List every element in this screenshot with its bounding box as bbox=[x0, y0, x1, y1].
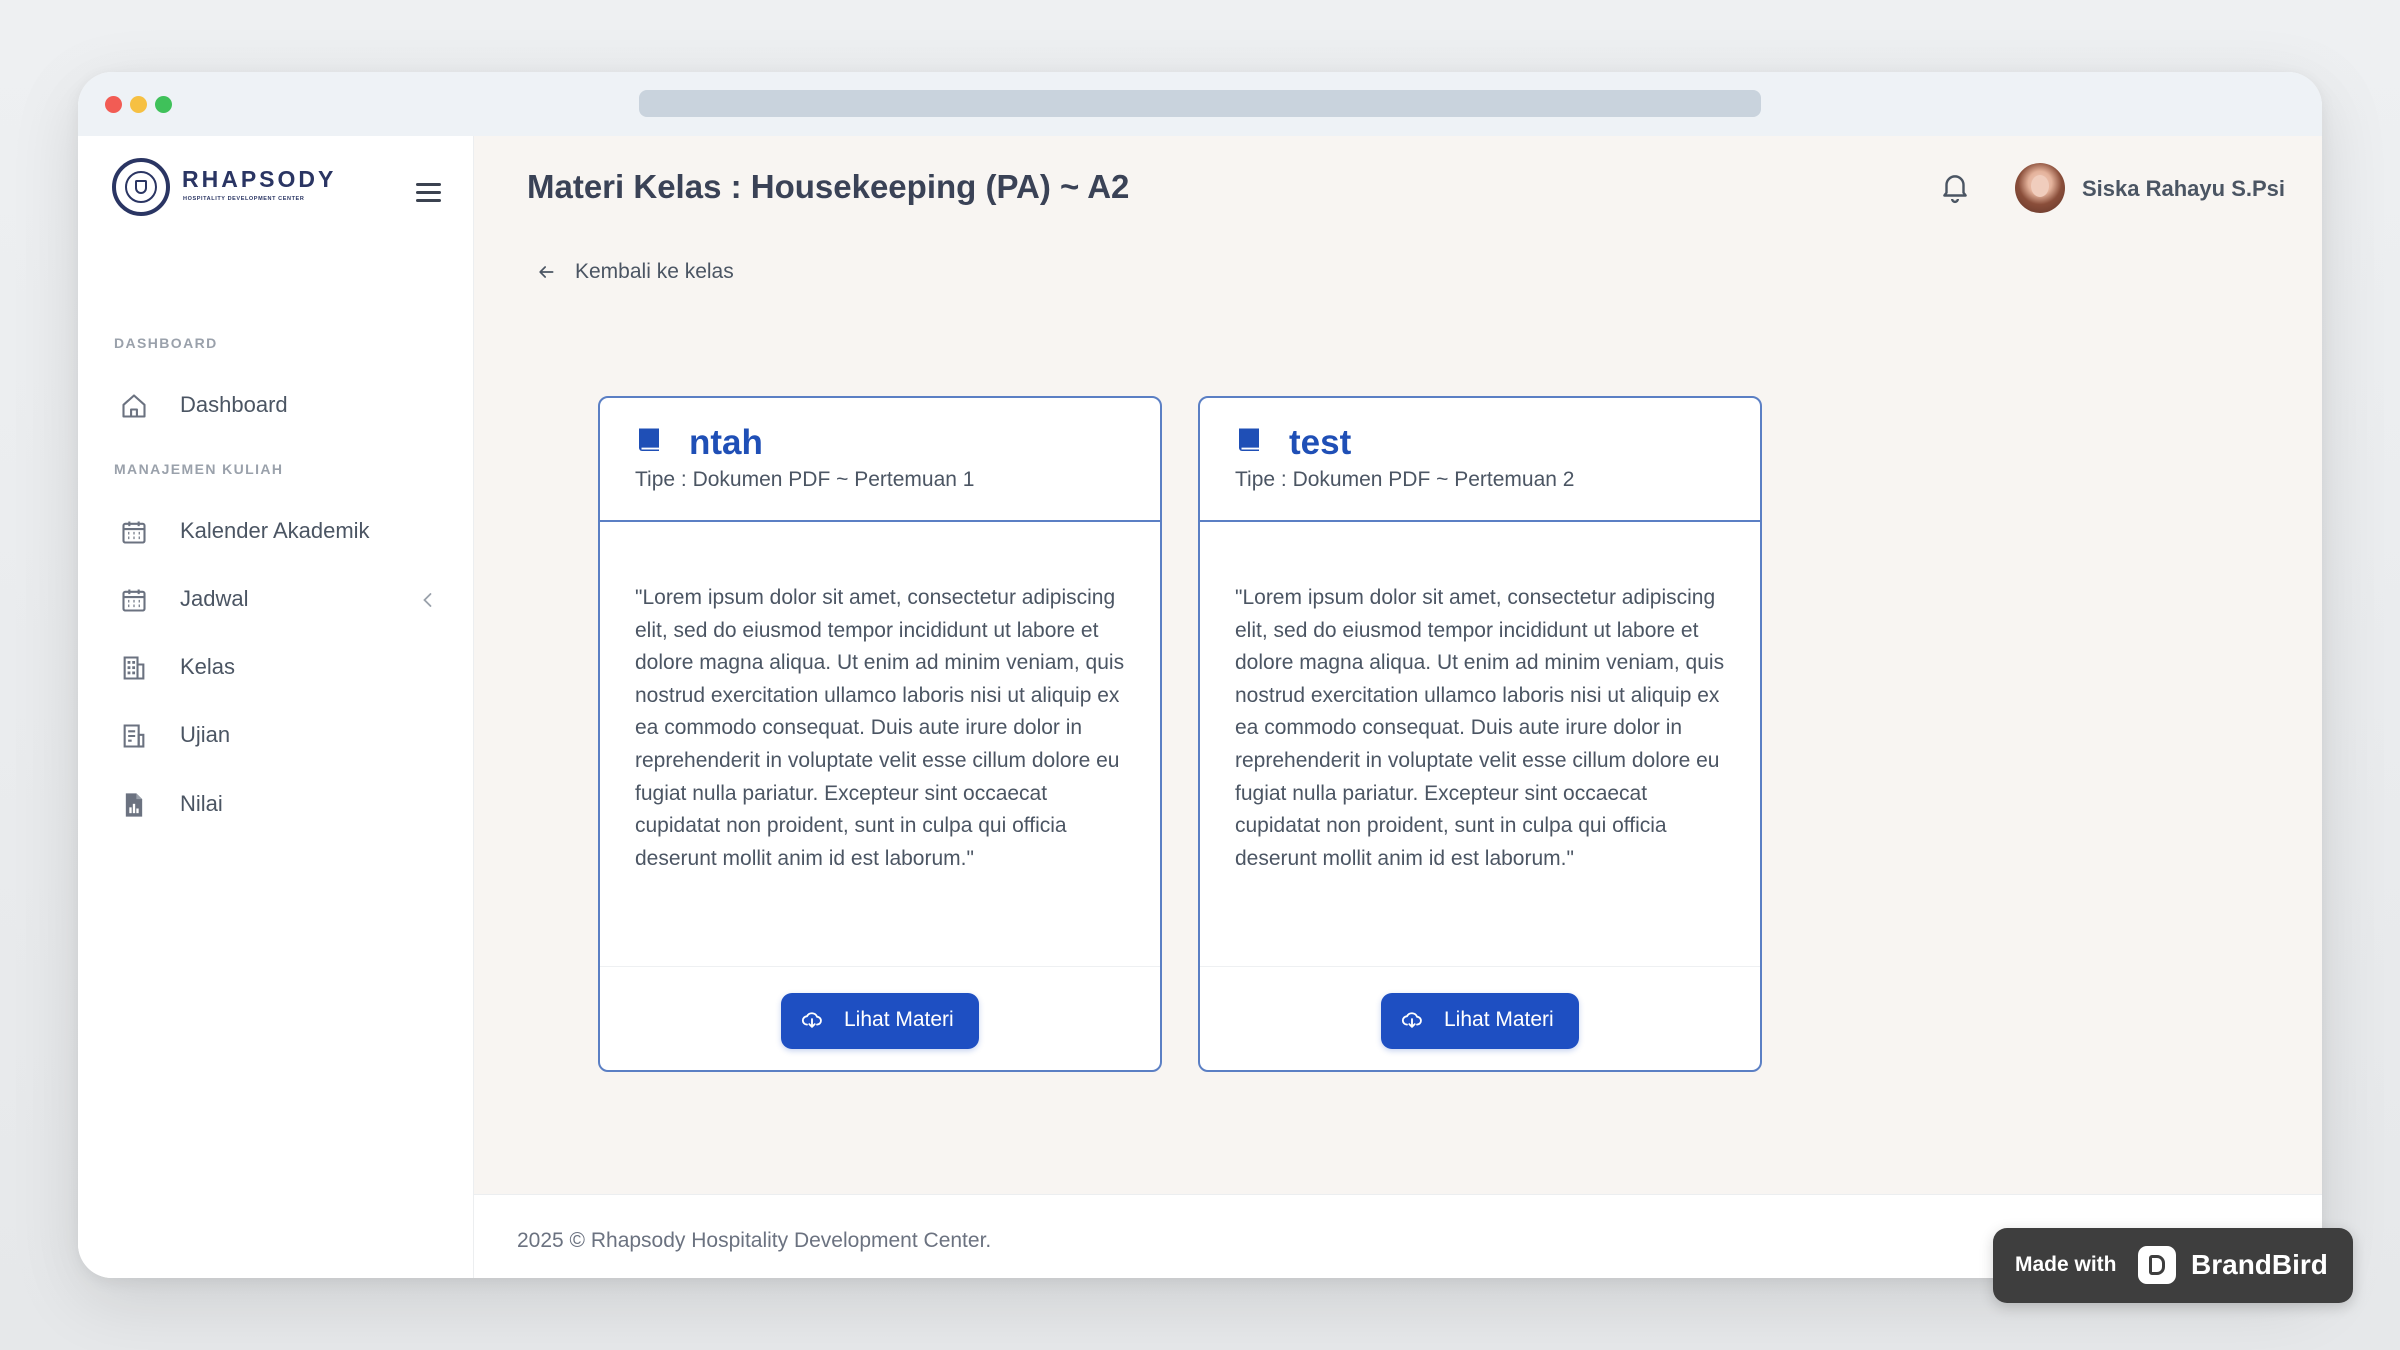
section-label-manajemen-kuliah: MANAJEMEN KULIAH bbox=[114, 461, 284, 477]
rhapsody-logo[interactable]: RHAPSODY HOSPITALITY DEVELOPMENT CENTER bbox=[112, 158, 402, 222]
minimize-window-button[interactable] bbox=[130, 96, 147, 113]
sidebar: RHAPSODY HOSPITALITY DEVELOPMENT CENTER … bbox=[78, 136, 474, 1278]
button-label: Lihat Materi bbox=[844, 1008, 954, 1031]
card-meta: Tipe : Dokumen PDF ~ Pertemuan 1 bbox=[635, 468, 975, 491]
card-header: test Tipe : Dokumen PDF ~ Pertemuan 2 bbox=[1200, 398, 1760, 522]
back-link-label: Kembali ke kelas bbox=[575, 260, 734, 283]
sidebar-item-label: Dashboard bbox=[180, 392, 288, 417]
card-header: ntah Tipe : Dokumen PDF ~ Pertemuan 1 bbox=[600, 398, 1160, 522]
card-title: ntah bbox=[689, 423, 763, 462]
bell-icon[interactable] bbox=[1938, 169, 1972, 205]
card-footer: Lihat Materi bbox=[600, 966, 1160, 1070]
sidebar-item-label: Ujian bbox=[180, 722, 231, 747]
card-description: "Lorem ipsum dolor sit amet, consectetur… bbox=[1235, 586, 1725, 870]
logo-tagline: HOSPITALITY DEVELOPMENT CENTER bbox=[183, 196, 305, 202]
sidebar-item-kelas[interactable]: Kelas bbox=[120, 644, 440, 690]
sidebar-item-label: Jadwal bbox=[180, 586, 249, 611]
brandbird-logo-icon bbox=[2138, 1246, 2176, 1284]
sidebar-item-nilai[interactable]: Nilai bbox=[120, 781, 440, 827]
close-window-button[interactable] bbox=[105, 96, 122, 113]
home-icon bbox=[122, 394, 146, 418]
grade-report-icon bbox=[125, 793, 143, 817]
material-card: test Tipe : Dokumen PDF ~ Pertemuan 2 "L… bbox=[1198, 396, 1762, 1072]
card-title: test bbox=[1289, 423, 1352, 462]
badge-brand: BrandBird bbox=[2191, 1249, 2328, 1280]
address-bar[interactable] bbox=[639, 90, 1761, 117]
sidebar-item-kalender-akademik[interactable]: Kalender Akademik bbox=[120, 508, 440, 554]
page-title: Materi Kelas : Housekeeping (PA) ~ A2 bbox=[527, 168, 1130, 205]
badge-prefix: Made with bbox=[2015, 1253, 2117, 1276]
sidebar-item-jadwal[interactable]: Jadwal bbox=[120, 576, 440, 622]
menu-toggle-icon[interactable] bbox=[416, 183, 441, 203]
calendar-icon bbox=[122, 521, 146, 544]
browser-titlebar bbox=[78, 72, 2322, 137]
crest-icon bbox=[112, 158, 170, 216]
sidebar-item-label: Kelas bbox=[180, 654, 236, 679]
material-card: ntah Tipe : Dokumen PDF ~ Pertemuan 1 "L… bbox=[598, 396, 1162, 1072]
user-name[interactable]: Siska Rahayu S.Psi bbox=[2082, 176, 2285, 202]
building-icon bbox=[123, 656, 145, 680]
calendar-icon bbox=[122, 589, 146, 612]
brandbird-badge[interactable]: Made with BrandBird bbox=[1993, 1228, 2353, 1303]
logo-name: RHAPSODY bbox=[182, 166, 337, 192]
sidebar-item-label: Kalender Akademik bbox=[180, 518, 370, 543]
chevron-left-icon[interactable] bbox=[416, 588, 440, 612]
arrow-left-icon bbox=[539, 266, 554, 278]
card-footer: Lihat Materi bbox=[1200, 966, 1760, 1070]
sidebar-item-ujian[interactable]: Ujian bbox=[120, 712, 440, 758]
book-icon bbox=[639, 428, 659, 451]
view-material-button[interactable]: Lihat Materi bbox=[1381, 993, 1579, 1049]
exam-icon bbox=[123, 724, 145, 748]
section-label-dashboard: DASHBOARD bbox=[114, 335, 218, 351]
cloud-download-icon bbox=[801, 1012, 822, 1028]
button-label: Lihat Materi bbox=[1444, 1008, 1554, 1031]
zoom-window-button[interactable] bbox=[155, 96, 172, 113]
copyright-text: 2025 © Rhapsody Hospitality Development … bbox=[517, 1229, 992, 1252]
sidebar-item-dashboard[interactable]: Dashboard bbox=[120, 382, 440, 428]
sidebar-item-label: Nilai bbox=[180, 791, 223, 816]
card-meta: Tipe : Dokumen PDF ~ Pertemuan 2 bbox=[1235, 468, 1575, 491]
avatar[interactable] bbox=[2015, 163, 2065, 213]
book-icon bbox=[1239, 428, 1259, 451]
app-window: RHAPSODY HOSPITALITY DEVELOPMENT CENTER … bbox=[78, 72, 2322, 1278]
cloud-download-icon bbox=[1401, 1012, 1422, 1028]
view-material-button[interactable]: Lihat Materi bbox=[781, 993, 979, 1049]
card-description: "Lorem ipsum dolor sit amet, consectetur… bbox=[635, 586, 1125, 870]
